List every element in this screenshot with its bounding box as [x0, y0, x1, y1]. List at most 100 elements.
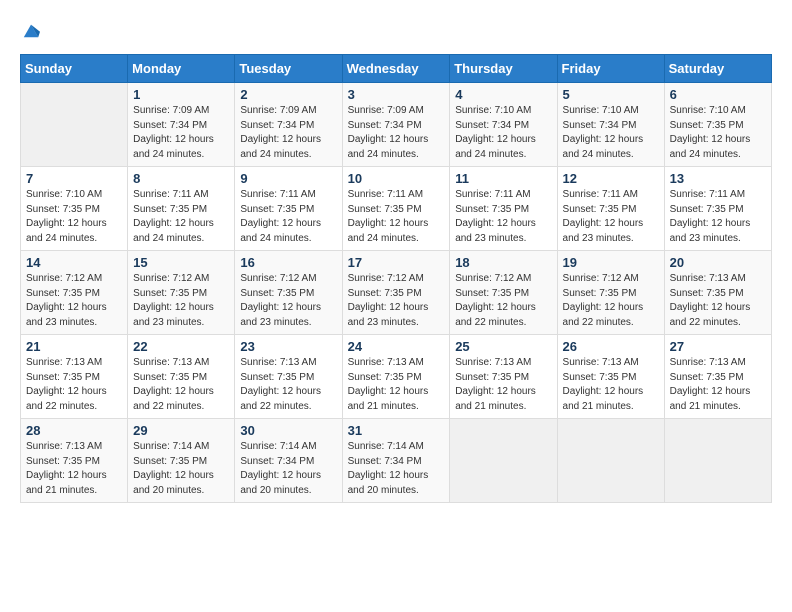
day-info: Sunrise: 7:12 AMSunset: 7:35 PMDaylight:… — [563, 272, 659, 330]
day-info: Sunrise: 7:13 AMSunset: 7:35 PMDaylight:… — [670, 272, 766, 330]
calendar-table: SundayMondayTuesdayWednesdayThursdayFrid… — [20, 54, 772, 503]
day-info: Sunrise: 7:11 AMSunset: 7:35 PMDaylight:… — [455, 188, 551, 246]
day-number: 4 — [455, 87, 551, 102]
day-number: 5 — [563, 87, 659, 102]
day-info: Sunrise: 7:10 AMSunset: 7:35 PMDaylight:… — [26, 188, 122, 246]
day-number: 28 — [26, 423, 122, 438]
day-number: 30 — [240, 423, 336, 438]
calendar-cell: 22 Sunrise: 7:13 AMSunset: 7:35 PMDayligh… — [128, 335, 235, 419]
day-number: 12 — [563, 171, 659, 186]
day-number: 16 — [240, 255, 336, 270]
day-number: 13 — [670, 171, 766, 186]
day-number: 25 — [455, 339, 551, 354]
day-info: Sunrise: 7:13 AMSunset: 7:35 PMDaylight:… — [26, 440, 122, 498]
day-info: Sunrise: 7:12 AMSunset: 7:35 PMDaylight:… — [348, 272, 445, 330]
day-number: 29 — [133, 423, 229, 438]
day-number: 7 — [26, 171, 122, 186]
weekday-header-friday: Friday — [557, 55, 664, 83]
day-info: Sunrise: 7:13 AMSunset: 7:35 PMDaylight:… — [670, 356, 766, 414]
day-info: Sunrise: 7:13 AMSunset: 7:35 PMDaylight:… — [455, 356, 551, 414]
day-info: Sunrise: 7:13 AMSunset: 7:35 PMDaylight:… — [240, 356, 336, 414]
weekday-header-saturday: Saturday — [664, 55, 771, 83]
day-number: 31 — [348, 423, 445, 438]
calendar-cell: 4Sunrise: 7:10 AMSunset: 7:34 PMDaylight… — [450, 83, 557, 167]
day-info: Sunrise: 7:10 AMSunset: 7:34 PMDaylight:… — [563, 104, 659, 162]
day-info: Sunrise: 7:11 AMSunset: 7:35 PMDaylight:… — [133, 188, 229, 246]
calendar-cell: 28 Sunrise: 7:13 AMSunset: 7:35 PMDayligh… — [21, 419, 128, 503]
calendar-cell: 17Sunrise: 7:12 AMSunset: 7:35 PMDayligh… — [342, 251, 450, 335]
calendar-cell: 14 Sunrise: 7:12 AMSunset: 7:35 PMDayligh… — [21, 251, 128, 335]
weekday-header-wednesday: Wednesday — [342, 55, 450, 83]
weekday-header-thursday: Thursday — [450, 55, 557, 83]
calendar-cell: 13 Sunrise: 7:11 AMSunset: 7:35 PMDayligh… — [664, 167, 771, 251]
weekday-header-monday: Monday — [128, 55, 235, 83]
week-row-5: 28 Sunrise: 7:13 AMSunset: 7:35 PMDayligh… — [21, 419, 772, 503]
weekday-header-sunday: Sunday — [21, 55, 128, 83]
day-number: 1 — [133, 87, 229, 102]
calendar-cell: 16 Sunrise: 7:12 AMSunset: 7:35 PMDayligh… — [235, 251, 342, 335]
day-info: Sunrise: 7:12 AMSunset: 7:35 PMDaylight:… — [133, 272, 229, 330]
calendar-cell — [450, 419, 557, 503]
page-header — [20, 20, 772, 44]
day-number: 26 — [563, 339, 659, 354]
day-info: Sunrise: 7:13 AMSunset: 7:35 PMDaylight:… — [348, 356, 445, 414]
calendar-cell: 23 Sunrise: 7:13 AMSunset: 7:35 PMDayligh… — [235, 335, 342, 419]
day-number: 20 — [670, 255, 766, 270]
day-number: 27 — [670, 339, 766, 354]
calendar-cell — [21, 83, 128, 167]
day-number: 11 — [455, 171, 551, 186]
week-row-1: 1 Sunrise: 7:09 AMSunset: 7:34 PMDaylight… — [21, 83, 772, 167]
day-info: Sunrise: 7:11 AMSunset: 7:35 PMDaylight:… — [348, 188, 445, 246]
week-row-2: 7 Sunrise: 7:10 AMSunset: 7:35 PMDaylight… — [21, 167, 772, 251]
calendar-cell: 29Sunrise: 7:14 AMSunset: 7:35 PMDayligh… — [128, 419, 235, 503]
day-number: 24 — [348, 339, 445, 354]
calendar-cell: 3 Sunrise: 7:09 AMSunset: 7:34 PMDaylight… — [342, 83, 450, 167]
calendar-cell: 26 Sunrise: 7:13 AMSunset: 7:35 PMDayligh… — [557, 335, 664, 419]
day-number: 9 — [240, 171, 336, 186]
day-number: 14 — [26, 255, 122, 270]
day-info: Sunrise: 7:09 AMSunset: 7:34 PMDaylight:… — [133, 104, 229, 162]
weekday-header-tuesday: Tuesday — [235, 55, 342, 83]
week-row-4: 21 Sunrise: 7:13 AMSunset: 7:35 PMDayligh… — [21, 335, 772, 419]
day-info: Sunrise: 7:09 AMSunset: 7:34 PMDaylight:… — [348, 104, 445, 162]
day-number: 6 — [670, 87, 766, 102]
day-info: Sunrise: 7:12 AMSunset: 7:35 PMDaylight:… — [455, 272, 551, 330]
day-info: Sunrise: 7:14 AMSunset: 7:34 PMDaylight:… — [240, 440, 336, 498]
calendar-cell — [664, 419, 771, 503]
calendar-cell: 8 Sunrise: 7:11 AMSunset: 7:35 PMDaylight… — [128, 167, 235, 251]
calendar-cell — [557, 419, 664, 503]
calendar-cell: 7 Sunrise: 7:10 AMSunset: 7:35 PMDaylight… — [21, 167, 128, 251]
calendar-cell: 9 Sunrise: 7:11 AMSunset: 7:35 PMDaylight… — [235, 167, 342, 251]
logo — [20, 20, 40, 44]
calendar-cell: 31 Sunrise: 7:14 AMSunset: 7:34 PMDayligh… — [342, 419, 450, 503]
day-number: 3 — [348, 87, 445, 102]
day-info: Sunrise: 7:12 AMSunset: 7:35 PMDaylight:… — [240, 272, 336, 330]
day-info: Sunrise: 7:10 AMSunset: 7:35 PMDaylight:… — [670, 104, 766, 162]
day-info: Sunrise: 7:13 AMSunset: 7:35 PMDaylight:… — [26, 356, 122, 414]
day-number: 22 — [133, 339, 229, 354]
day-number: 8 — [133, 171, 229, 186]
calendar-cell: 12Sunrise: 7:11 AMSunset: 7:35 PMDayligh… — [557, 167, 664, 251]
day-info: Sunrise: 7:11 AMSunset: 7:35 PMDaylight:… — [240, 188, 336, 246]
calendar-cell: 24 Sunrise: 7:13 AMSunset: 7:35 PMDayligh… — [342, 335, 450, 419]
calendar-cell: 18Sunrise: 7:12 AMSunset: 7:35 PMDayligh… — [450, 251, 557, 335]
day-number: 15 — [133, 255, 229, 270]
day-info: Sunrise: 7:11 AMSunset: 7:35 PMDaylight:… — [670, 188, 766, 246]
calendar-cell: 6 Sunrise: 7:10 AMSunset: 7:35 PMDaylight… — [664, 83, 771, 167]
calendar-cell: 25 Sunrise: 7:13 AMSunset: 7:35 PMDayligh… — [450, 335, 557, 419]
week-row-3: 14 Sunrise: 7:12 AMSunset: 7:35 PMDayligh… — [21, 251, 772, 335]
day-info: Sunrise: 7:12 AMSunset: 7:35 PMDaylight:… — [26, 272, 122, 330]
calendar-cell: 2Sunrise: 7:09 AMSunset: 7:34 PMDaylight… — [235, 83, 342, 167]
weekday-header-row: SundayMondayTuesdayWednesdayThursdayFrid… — [21, 55, 772, 83]
day-number: 23 — [240, 339, 336, 354]
calendar-cell: 10Sunrise: 7:11 AMSunset: 7:35 PMDayligh… — [342, 167, 450, 251]
calendar-cell: 11 Sunrise: 7:11 AMSunset: 7:35 PMDayligh… — [450, 167, 557, 251]
day-info: Sunrise: 7:09 AMSunset: 7:34 PMDaylight:… — [240, 104, 336, 162]
calendar-cell: 15 Sunrise: 7:12 AMSunset: 7:35 PMDayligh… — [128, 251, 235, 335]
day-info: Sunrise: 7:14 AMSunset: 7:34 PMDaylight:… — [348, 440, 445, 498]
calendar-cell: 1 Sunrise: 7:09 AMSunset: 7:34 PMDaylight… — [128, 83, 235, 167]
day-info: Sunrise: 7:13 AMSunset: 7:35 PMDaylight:… — [133, 356, 229, 414]
calendar-cell: 19Sunrise: 7:12 AMSunset: 7:35 PMDayligh… — [557, 251, 664, 335]
day-number: 21 — [26, 339, 122, 354]
day-info: Sunrise: 7:13 AMSunset: 7:35 PMDaylight:… — [563, 356, 659, 414]
